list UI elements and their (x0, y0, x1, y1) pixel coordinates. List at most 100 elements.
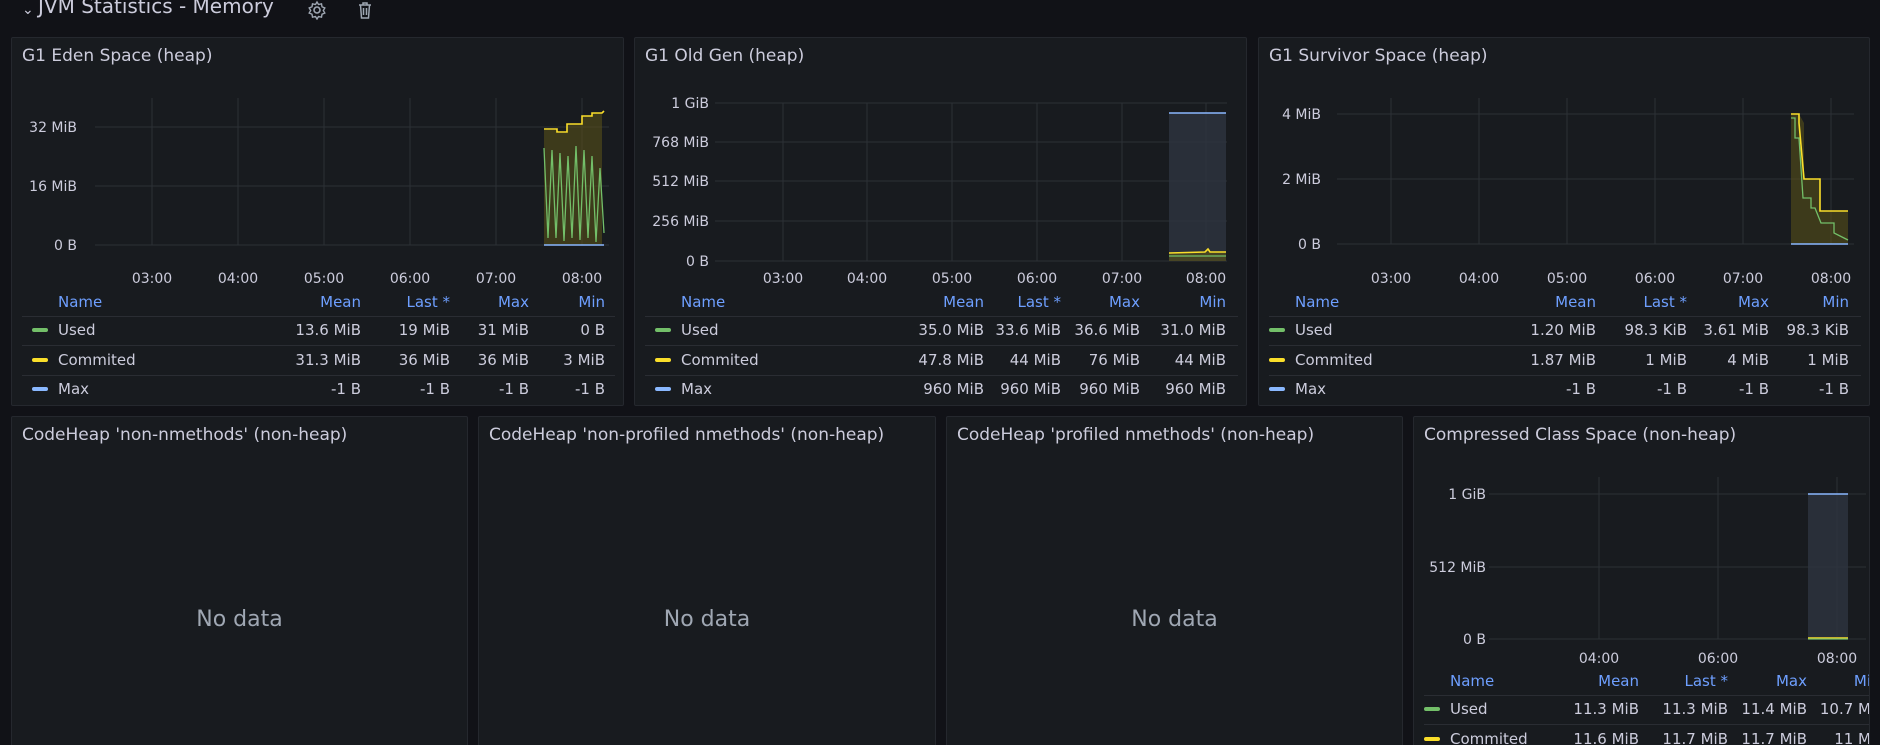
legend-header-min[interactable]: Min (578, 293, 605, 311)
legend-header-mean[interactable]: Mean (943, 293, 984, 311)
y-tick: 0 B (1298, 237, 1321, 253)
max-area (1808, 494, 1848, 639)
legend-last: 11.3 MiB (1662, 700, 1728, 718)
panel-title[interactable]: CodeHeap 'non-profiled nmethods' (non-he… (489, 425, 884, 445)
legend-max: 4 MiB (1727, 351, 1769, 369)
legend-max: 11.7 MiB (1741, 730, 1807, 745)
y-tick: 0 B (1463, 632, 1486, 648)
legend-header-max[interactable]: Max (1738, 293, 1769, 311)
legend-max: 76 MiB (1088, 351, 1140, 369)
legend-mean: -1 B (1565, 380, 1596, 398)
x-tick: 07:00 (1723, 271, 1763, 287)
y-tick: 768 MiB (652, 135, 709, 151)
legend-series-name[interactable]: Commited (1295, 351, 1373, 369)
legend-series-name[interactable]: Used (681, 321, 719, 339)
legend-series-name[interactable]: Max (58, 380, 89, 398)
legend-last: 33.6 MiB (995, 321, 1061, 339)
legend-mean: 13.6 MiB (295, 321, 361, 339)
legend-series-name[interactable]: Used (58, 321, 96, 339)
x-tick: 03:00 (1371, 271, 1411, 287)
legend-swatch-committed (1269, 358, 1285, 362)
legend-min: 10.7 M (1819, 700, 1870, 718)
legend-swatch-used (655, 328, 671, 332)
legend-series-name[interactable]: Used (1450, 700, 1488, 718)
x-tick: 05:00 (932, 271, 972, 287)
legend-max: 960 MiB (1079, 380, 1140, 398)
legend-max: 36.6 MiB (1074, 321, 1140, 339)
legend-min: -1 B (574, 380, 605, 398)
y-tick: 1 GiB (671, 96, 709, 112)
x-tick: 03:00 (132, 271, 172, 287)
legend-series-name[interactable]: Commited (58, 351, 136, 369)
legend-series-name[interactable]: Commited (681, 351, 759, 369)
trash-icon[interactable] (355, 0, 375, 20)
legend-header-last[interactable]: Last * (406, 293, 450, 311)
time-series-chart[interactable]: 32 MiB 16 MiB 0 B 03:00 04:00 05:00 06:0… (12, 38, 624, 298)
legend-header-max[interactable]: Max (498, 293, 529, 311)
no-data-message: No data (1131, 607, 1218, 632)
legend-series-name[interactable]: Max (1295, 380, 1326, 398)
x-tick: 06:00 (1635, 271, 1675, 287)
x-tick: 05:00 (1547, 271, 1587, 287)
y-tick: 16 MiB (29, 179, 77, 195)
legend-header-mean[interactable]: Mean (320, 293, 361, 311)
legend-header-min[interactable]: Mi (1854, 672, 1869, 690)
legend-header-min[interactable]: Min (1199, 293, 1226, 311)
x-tick: 08:00 (562, 271, 602, 287)
legend-header-name[interactable]: Name (1450, 672, 1494, 690)
legend-last: 960 MiB (1000, 380, 1061, 398)
legend-header-max[interactable]: Max (1109, 293, 1140, 311)
legend-swatch-used (1269, 328, 1285, 332)
legend-header-last[interactable]: Last * (1643, 293, 1687, 311)
time-series-chart[interactable]: 1 GiB 768 MiB 512 MiB 256 MiB 0 B 03:00 … (635, 38, 1247, 298)
legend-swatch-max (1269, 387, 1285, 391)
x-tick: 08:00 (1186, 271, 1226, 287)
time-series-chart[interactable]: 4 MiB 2 MiB 0 B 03:00 04:00 05:00 06:00 … (1259, 38, 1870, 298)
legend-last: 44 MiB (1009, 351, 1061, 369)
panel-g1-survivor-space: G1 Survivor Space (heap) 4 MiB 2 MiB 0 B… (1258, 37, 1870, 406)
x-tick: 06:00 (1017, 271, 1057, 287)
legend-max: 3.61 MiB (1703, 321, 1769, 339)
legend-header-name[interactable]: Name (1295, 293, 1339, 311)
legend-mean: 35.0 MiB (918, 321, 984, 339)
x-tick: 04:00 (1459, 271, 1499, 287)
legend-mean: 1.20 MiB (1530, 321, 1596, 339)
legend-min: 960 MiB (1165, 380, 1226, 398)
legend-last: 19 MiB (398, 321, 450, 339)
legend-header-last[interactable]: Last * (1684, 672, 1728, 690)
chevron-down-icon[interactable]: ⌄ (22, 2, 34, 18)
y-tick: 1 GiB (1448, 487, 1486, 503)
legend-swatch-committed (655, 358, 671, 362)
legend-min: -1 B (1818, 380, 1849, 398)
no-data-message: No data (663, 607, 751, 632)
x-tick: 08:00 (1817, 651, 1857, 667)
legend-min: 11 M (1834, 730, 1870, 745)
no-data-message: No data (196, 607, 283, 632)
legend-header-name[interactable]: Name (681, 293, 725, 311)
panel-title[interactable]: CodeHeap 'non-nmethods' (non-heap) (22, 425, 347, 445)
legend-mean: -1 B (330, 380, 361, 398)
legend-mean: 11.3 MiB (1573, 700, 1639, 718)
legend-series-name[interactable]: Used (1295, 321, 1333, 339)
row-title[interactable]: JVM Statistics - Memory (38, 0, 274, 18)
gear-icon[interactable] (307, 0, 327, 20)
x-tick: 08:00 (1811, 271, 1851, 287)
legend-header-name[interactable]: Name (58, 293, 102, 311)
x-tick: 04:00 (1579, 651, 1619, 667)
legend-header-mean[interactable]: Mean (1555, 293, 1596, 311)
legend-max: 31 MiB (477, 321, 529, 339)
y-tick: 512 MiB (652, 174, 709, 190)
legend-header-min[interactable]: Min (1822, 293, 1849, 311)
legend-header-last[interactable]: Last * (1017, 293, 1061, 311)
panel-title[interactable]: CodeHeap 'profiled nmethods' (non-heap) (957, 425, 1314, 445)
legend-header-max[interactable]: Max (1776, 672, 1807, 690)
time-series-chart[interactable]: 1 GiB 512 MiB 0 B 04:00 06:00 08:00 (1414, 417, 1870, 677)
y-tick: 0 B (686, 254, 709, 270)
x-tick: 05:00 (304, 271, 344, 287)
legend-max: -1 B (1738, 380, 1769, 398)
legend-series-name[interactable]: Max (681, 380, 712, 398)
legend-min: 98.3 KiB (1786, 321, 1849, 339)
legend-series-name[interactable]: Commited (1450, 730, 1528, 745)
y-tick: 2 MiB (1282, 172, 1321, 188)
legend-header-mean[interactable]: Mean (1598, 672, 1639, 690)
